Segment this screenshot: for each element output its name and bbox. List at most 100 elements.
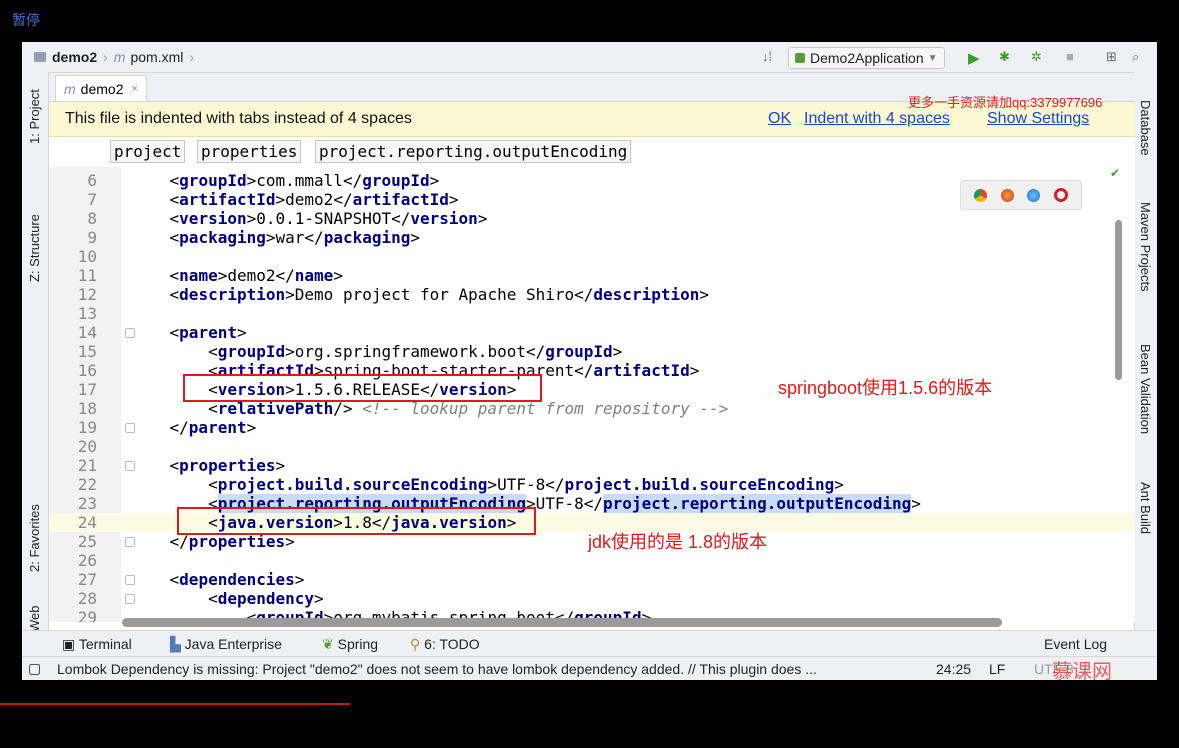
code-line: 22 <project.build.sourceEncoding>UTF-8</… [49, 475, 1135, 494]
run-config-label: Demo2Application [810, 50, 924, 66]
tab-demo2[interactable]: m demo2 × [55, 75, 147, 101]
line-number: 29 [77, 608, 97, 622]
tool-web[interactable]: Web [27, 606, 42, 633]
xml-tag: packaging [179, 228, 266, 247]
status-message[interactable]: Lombok Dependency is missing: Project "d… [57, 661, 817, 677]
notification-message: This file is indented with tabs instead … [65, 110, 412, 127]
folder-icon [34, 52, 46, 62]
line-number: 25 [77, 532, 97, 551]
opera-icon[interactable] [1054, 188, 1069, 202]
coverage-icon[interactable]: ✲ [1031, 49, 1042, 65]
code-content: <name>demo2</name> [169, 266, 343, 285]
close-icon[interactable]: × [131, 83, 137, 95]
status-bar: ▢ Lombok Dependency is missing: Project … [22, 656, 1157, 680]
tool-favorites[interactable]: 2: Favorites [27, 504, 42, 572]
spring-app-icon [795, 53, 805, 63]
event-log-tab[interactable]: Event Log [1044, 636, 1107, 652]
breadcrumb-properties[interactable]: properties [197, 140, 302, 163]
line-number: 6 [87, 171, 97, 190]
code-line: 21 <properties> [49, 456, 1135, 475]
line-number: 27 [77, 570, 97, 589]
line-number: 17 [77, 380, 97, 399]
left-tool-strip: 1: Project Z: Structure 2: Favorites Web [22, 72, 49, 636]
breadcrumb-output-encoding[interactable]: project.reporting.outputEncoding [315, 140, 632, 163]
xml-tag: name [294, 266, 334, 285]
code-content: <dependencies> [169, 570, 305, 589]
todo-tab[interactable]: ⚲ 6: TODO [410, 636, 480, 653]
nav-project[interactable]: demo2 [34, 49, 97, 65]
xml-text: Demo project for Apache Shiro [294, 285, 575, 304]
xml-text: UTF-8 [497, 475, 546, 494]
spring-tab[interactable]: ❦ Spring [322, 636, 378, 653]
xml-tag: description [179, 285, 286, 304]
build-icon[interactable]: ↓⁞ [762, 49, 772, 64]
search-icon[interactable]: ⌕ [1132, 49, 1139, 65]
xml-text: war [275, 228, 305, 247]
code-content: <description>Demo project for Apache Shi… [169, 285, 710, 304]
line-number: 16 [77, 361, 97, 380]
xml-tag: groupId [179, 171, 247, 190]
java-version-highlight-box [177, 507, 536, 535]
show-settings-link[interactable]: Show Settings [987, 110, 1089, 128]
java-enterprise-tab[interactable]: ▙ Java Enterprise [170, 636, 282, 653]
code-line: 28 <dependency> [49, 589, 1135, 608]
xml-tag: parent [188, 418, 247, 437]
tool-database[interactable]: Database [1138, 100, 1153, 156]
line-number: 13 [77, 304, 97, 323]
code-line: 19 </parent> [49, 418, 1135, 437]
code-content: <groupId>com.mmall</groupId> [169, 171, 440, 190]
java-enterprise-icon: ▙ [170, 636, 185, 652]
xml-text: demo2 [227, 266, 276, 285]
line-number: 14 [77, 323, 97, 342]
safari-icon[interactable] [1027, 188, 1041, 202]
line-number: 23 [77, 494, 97, 513]
tool-ant-build[interactable]: Ant Build [1138, 482, 1153, 534]
ok-link[interactable]: OK [768, 110, 791, 128]
nav-file[interactable]: m pom.xml [114, 49, 184, 65]
tool-window-bar: ▣ Terminal ▙ Java Enterprise ❦ Spring ⚲ … [22, 630, 1157, 657]
line-number: 11 [77, 266, 97, 285]
run-config-select[interactable]: Demo2Application ▼ [788, 47, 945, 69]
xml-tag: dependencies [179, 570, 295, 589]
xml-breadcrumbs: project properties project.reporting.out… [49, 137, 1135, 167]
check-icon: ✔ [1110, 166, 1121, 180]
xml-tag: properties [179, 456, 276, 475]
line-separator[interactable]: LF [989, 661, 1005, 677]
tool-maven-projects[interactable]: Maven Projects [1138, 202, 1153, 292]
todo-icon: ⚲ [410, 636, 425, 652]
navigation-bar: demo2 › m pom.xml › ↓⁞ Demo2Application … [22, 42, 1157, 73]
code-line: 9 <packaging>war</packaging> [49, 228, 1135, 247]
code-content: <artifactId>demo2</artifactId> [169, 190, 459, 209]
chrome-icon[interactable] [973, 188, 987, 202]
xml-text: demo2 [285, 190, 334, 209]
stop-icon[interactable]: ■ [1066, 49, 1074, 64]
debug-icon[interactable]: ✱ [999, 49, 1010, 65]
tool-structure[interactable]: Z: Structure [27, 214, 42, 282]
todo-label: 6: TODO [424, 636, 480, 652]
xml-tag: description [593, 285, 700, 304]
firefox-icon[interactable] [1000, 188, 1014, 202]
indent-with-spaces-link[interactable]: Indent with 4 spaces [804, 110, 950, 128]
code-content: <version>0.0.1-SNAPSHOT</version> [169, 209, 488, 228]
tool-bean-validation[interactable]: Bean Validation [1138, 344, 1153, 434]
line-number: 8 [87, 209, 97, 228]
vertical-scrollbar[interactable] [1115, 220, 1122, 380]
caret-position[interactable]: 24:25 [936, 661, 971, 677]
tool-project[interactable]: 1: Project [27, 89, 42, 144]
status-toggle-icon[interactable]: ▢ [28, 660, 41, 677]
run-icon[interactable]: ▶ [968, 49, 980, 67]
breadcrumb-project[interactable]: project [110, 140, 186, 163]
line-number: 12 [77, 285, 97, 304]
code-content: </parent> [169, 418, 257, 437]
line-number: 28 [77, 589, 97, 608]
code-content: <packaging>war</packaging> [169, 228, 421, 247]
project-structure-icon[interactable]: ⊞ [1106, 49, 1117, 65]
video-progress-bar[interactable] [0, 703, 350, 705]
pause-label[interactable]: 暂停 [12, 10, 40, 30]
horizontal-scrollbar[interactable] [122, 618, 1002, 627]
xml-tag: project.build.sourceEncoding [217, 475, 488, 494]
terminal-tab[interactable]: ▣ Terminal [62, 636, 132, 653]
code-line: 12 <description>Demo project for Apache … [49, 285, 1135, 304]
xml-tag: name [179, 266, 218, 285]
line-number: 9 [87, 228, 97, 247]
